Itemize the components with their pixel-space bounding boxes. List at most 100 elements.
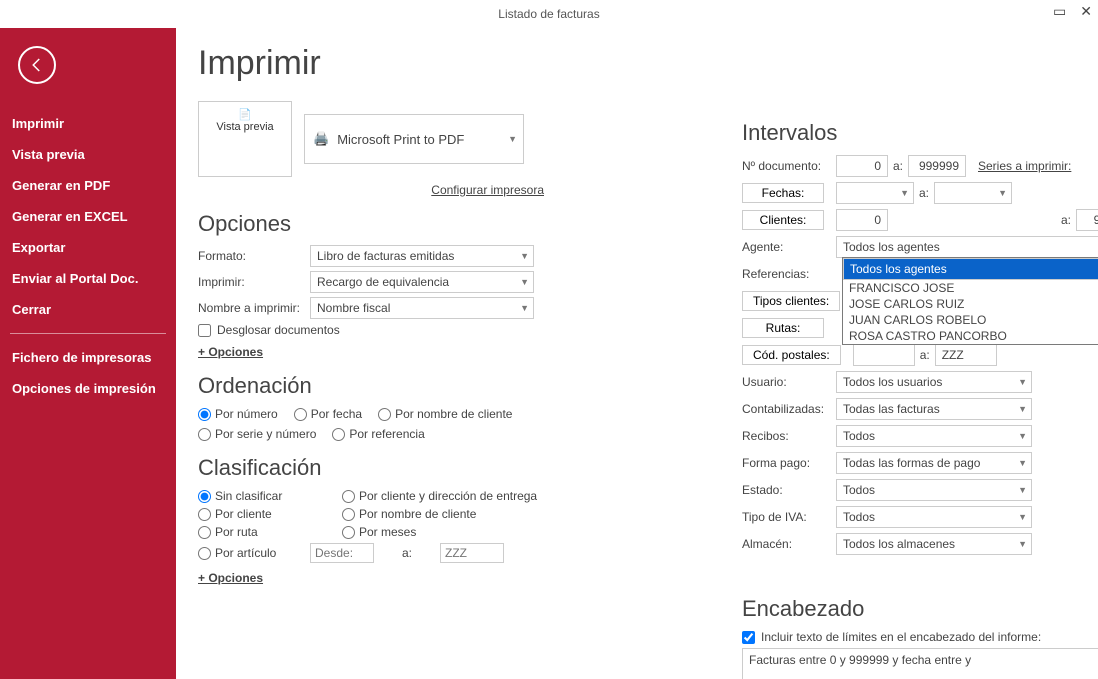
- nav-imprimir[interactable]: Imprimir: [0, 108, 176, 139]
- clas-cliente-direccion[interactable]: Por cliente y dirección de entrega: [342, 489, 537, 503]
- rutas-button[interactable]: Rutas:: [742, 318, 824, 338]
- close-icon[interactable]: ✕: [1080, 4, 1092, 18]
- series-link[interactable]: Series a imprimir:: [978, 159, 1071, 173]
- fechas-button[interactable]: Fechas:: [742, 183, 824, 203]
- formato-label: Formato:: [198, 249, 310, 263]
- clas-sin-clasificar[interactable]: Sin clasificar: [198, 489, 318, 503]
- sidebar: Imprimir Vista previa Generar en PDF Gen…: [0, 28, 176, 679]
- clientes-to-input[interactable]: 99999: [1076, 209, 1098, 231]
- opciones-more-link[interactable]: + Opciones: [198, 345, 263, 359]
- encabezado-chk-label: Incluir texto de límites en el encabezad…: [761, 630, 1041, 644]
- back-button[interactable]: [18, 46, 56, 84]
- a-label: a:: [888, 159, 908, 173]
- nav-generar-excel[interactable]: Generar en EXCEL: [0, 201, 176, 232]
- agente-option[interactable]: JOSE CARLOS RUIZ: [843, 296, 1098, 312]
- formato-select[interactable]: Libro de facturas emitidas▼: [310, 245, 534, 267]
- cp-to-input[interactable]: ZZZ: [935, 344, 997, 366]
- arrow-left-icon: [28, 56, 46, 74]
- agente-option[interactable]: ROSA CASTRO PANCORBO: [843, 328, 1098, 344]
- estado-select[interactable]: Todos▼: [836, 479, 1032, 501]
- nombre-value: Nombre fiscal: [317, 301, 390, 315]
- document-icon: 📄: [238, 109, 252, 121]
- articulo-hasta-input[interactable]: [440, 543, 504, 563]
- fecha-to-input[interactable]: ▼: [934, 182, 1012, 204]
- contab-label: Contabilizadas:: [742, 402, 836, 416]
- usuario-label: Usuario:: [742, 375, 836, 389]
- nav-opciones-impresion[interactable]: Opciones de impresión: [0, 373, 176, 404]
- recibos-select[interactable]: Todos▼: [836, 425, 1032, 447]
- maximize-icon[interactable]: ▭: [1053, 4, 1066, 18]
- chevron-down-icon: ▼: [520, 251, 529, 261]
- cp-from-input[interactable]: [853, 344, 915, 366]
- ordenacion-group: Por número Por fecha Por nombre de clien…: [198, 407, 578, 441]
- orden-por-referencia[interactable]: Por referencia: [332, 427, 424, 441]
- nav-fichero-impresoras[interactable]: Fichero de impresoras: [0, 342, 176, 373]
- fecha-from-input[interactable]: ▼: [836, 182, 914, 204]
- printer-name: Microsoft Print to PDF: [337, 132, 464, 147]
- articulo-desde-input[interactable]: [310, 543, 374, 563]
- encabezado-checkbox[interactable]: Incluir texto de límites en el encabezad…: [742, 630, 1098, 644]
- cod-postales-button[interactable]: Cód. postales:: [742, 345, 841, 365]
- nav-exportar[interactable]: Exportar: [0, 232, 176, 263]
- tipoiva-select[interactable]: Todos▼: [836, 506, 1032, 528]
- a-label: a:: [1056, 213, 1076, 227]
- chevron-down-icon: ▼: [520, 303, 529, 313]
- clas-por-cliente[interactable]: Por cliente: [198, 507, 318, 521]
- almacen-select[interactable]: Todos los almacenes▼: [836, 533, 1032, 555]
- nav-enviar-portal[interactable]: Enviar al Portal Doc.: [0, 263, 176, 294]
- clasificacion-more-link[interactable]: + Opciones: [198, 571, 263, 585]
- almacen-label: Almacén:: [742, 537, 836, 551]
- tipos-clientes-button[interactable]: Tipos clientes:: [742, 291, 840, 311]
- clas-por-articulo[interactable]: Por artículo: [198, 546, 286, 560]
- imprimir-select[interactable]: Recargo de equivalencia▼: [310, 271, 534, 293]
- ndoc-to-input[interactable]: 999999: [908, 155, 966, 177]
- a-label: a:: [915, 348, 935, 362]
- nav-generar-pdf[interactable]: Generar en PDF: [0, 170, 176, 201]
- a-label: a:: [402, 546, 412, 560]
- nav-vista-previa[interactable]: Vista previa: [0, 139, 176, 170]
- orden-por-serie-numero[interactable]: Por serie y número: [198, 427, 316, 441]
- nav-cerrar[interactable]: Cerrar: [0, 294, 176, 325]
- chevron-down-icon: ▼: [1018, 539, 1027, 549]
- agente-option[interactable]: FRANCISCO JOSE: [843, 280, 1098, 296]
- fpago-label: Forma pago:: [742, 456, 836, 470]
- chevron-down-icon: ▼: [998, 188, 1007, 198]
- tipoiva-label: Tipo de IVA:: [742, 510, 836, 524]
- clientes-button[interactable]: Clientes:: [742, 210, 824, 230]
- printer-icon: 🖨️: [313, 131, 329, 147]
- preview-label: Vista previa: [199, 121, 291, 133]
- printer-select[interactable]: 🖨️ Microsoft Print to PDF ▼: [304, 114, 524, 164]
- encabezado-textarea[interactable]: Facturas entre 0 y 999999 y fecha entre …: [742, 648, 1098, 679]
- config-printer-link[interactable]: Configurar impresora: [198, 183, 544, 197]
- agente-dropdown-list: Todos los agentes FRANCISCO JOSE JOSE CA…: [842, 257, 1098, 345]
- fpago-select[interactable]: Todas las formas de pago▼: [836, 452, 1032, 474]
- preview-button[interactable]: 📄 Vista previa: [198, 101, 292, 177]
- orden-por-nombre-cliente[interactable]: Por nombre de cliente: [378, 407, 512, 421]
- agente-label: Agente:: [742, 240, 836, 254]
- a-label: a:: [914, 186, 934, 200]
- nombre-select[interactable]: Nombre fiscal ▼: [310, 297, 534, 319]
- clientes-from-input[interactable]: 0: [836, 209, 888, 231]
- nombre-label: Nombre a imprimir:: [198, 301, 310, 315]
- clas-por-ruta[interactable]: Por ruta: [198, 525, 318, 539]
- ndoc-label: Nº documento:: [742, 159, 836, 173]
- estado-label: Estado:: [742, 483, 836, 497]
- window-title: Listado de facturas: [498, 7, 599, 21]
- usuario-select[interactable]: Todos los usuarios▼: [836, 371, 1032, 393]
- agente-option[interactable]: Todos los agentes: [843, 258, 1098, 280]
- agente-select[interactable]: Todos los agentes ▼: [836, 236, 1098, 258]
- titlebar: Listado de facturas ▭ ✕: [0, 0, 1098, 28]
- page-title: Imprimir: [198, 44, 1074, 83]
- orden-por-numero[interactable]: Por número: [198, 407, 278, 421]
- chevron-down-icon: ▼: [1018, 485, 1027, 495]
- recibos-label: Recibos:: [742, 429, 836, 443]
- clas-por-nombre-cliente[interactable]: Por nombre de cliente: [342, 507, 476, 521]
- chevron-down-icon: ▼: [1018, 458, 1027, 468]
- agente-option[interactable]: JUAN CARLOS ROBELO: [843, 312, 1098, 328]
- referencias-label: Referencias:: [742, 267, 836, 281]
- clas-por-meses[interactable]: Por meses: [342, 525, 462, 539]
- orden-por-fecha[interactable]: Por fecha: [294, 407, 362, 421]
- imprimir-label: Imprimir:: [198, 275, 310, 289]
- ndoc-from-input[interactable]: 0: [836, 155, 888, 177]
- contab-select[interactable]: Todas las facturas▼: [836, 398, 1032, 420]
